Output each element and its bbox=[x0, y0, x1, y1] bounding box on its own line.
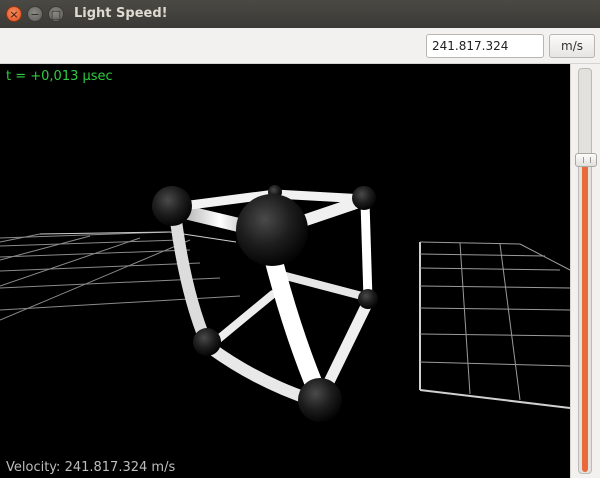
app-window: × − □ Light Speed! m/s bbox=[0, 0, 600, 478]
velocity-slider[interactable] bbox=[575, 68, 597, 474]
velocity-slider-panel bbox=[570, 64, 600, 478]
slider-fill bbox=[582, 160, 588, 472]
grid-floor-right bbox=[419, 241, 570, 409]
maximize-button[interactable]: □ bbox=[48, 6, 64, 22]
velocity-input[interactable] bbox=[426, 34, 544, 58]
maximize-icon: □ bbox=[50, 7, 62, 21]
scene-canvas bbox=[0, 185, 570, 422]
close-icon: × bbox=[9, 7, 19, 21]
3d-viewport[interactable]: t = +0,013 µsec Velocity: 241.817.324 m/… bbox=[0, 64, 570, 478]
minimize-button[interactable]: − bbox=[27, 6, 43, 22]
grid-floor-left bbox=[0, 231, 241, 321]
toolbar: m/s bbox=[0, 28, 600, 64]
time-readout: t = +0,013 µsec bbox=[6, 69, 113, 84]
window-title: Light Speed! bbox=[74, 6, 168, 21]
minimize-icon: − bbox=[30, 7, 40, 21]
slider-thumb[interactable] bbox=[575, 153, 597, 167]
unit-button[interactable]: m/s bbox=[549, 34, 595, 58]
velocity-status: Velocity: 241.817.324 m/s bbox=[6, 460, 176, 475]
title-bar[interactable]: × − □ Light Speed! bbox=[0, 0, 600, 29]
close-button[interactable]: × bbox=[6, 6, 22, 22]
